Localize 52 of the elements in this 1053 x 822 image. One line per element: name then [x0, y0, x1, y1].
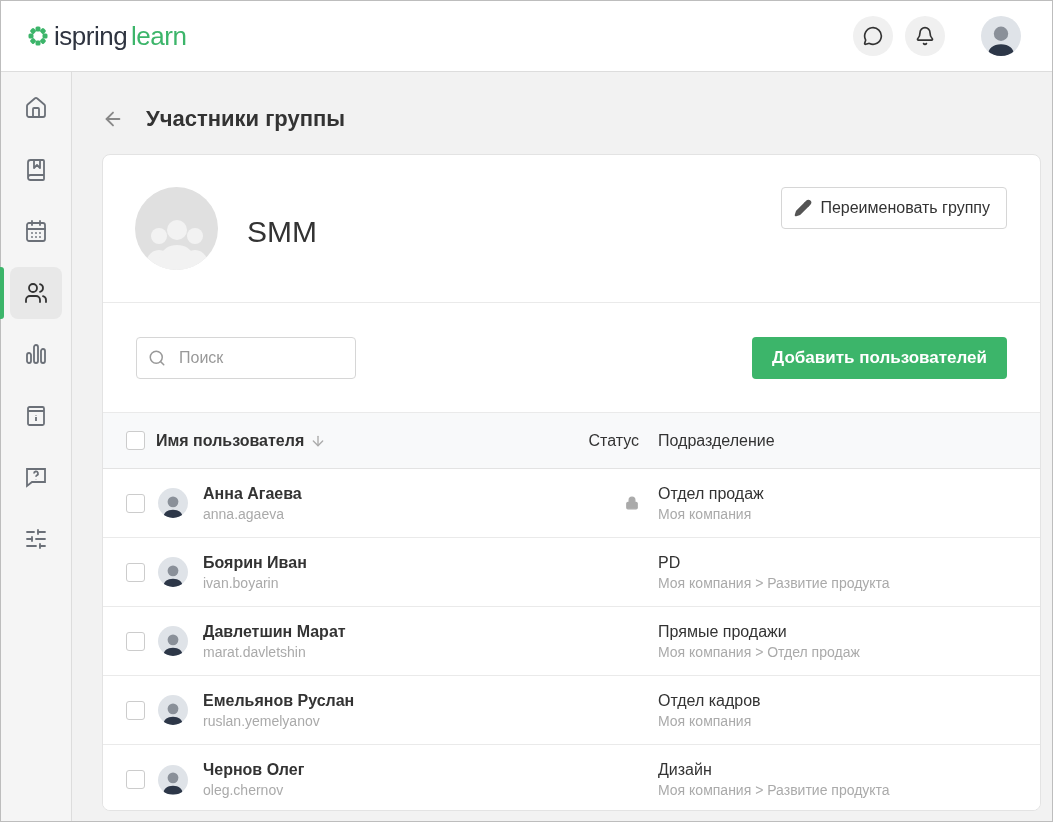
column-header[interactable]: Имя пользователя: [156, 431, 305, 450]
page-title: Участники группы: [146, 106, 346, 132]
chat-button[interactable]: [853, 16, 893, 56]
department-name: PD: [658, 553, 682, 572]
department-path: Моя компания: [658, 505, 753, 522]
user-avatar[interactable]: [981, 16, 1021, 56]
department-name: Отдел продаж: [658, 484, 765, 503]
user-login: anna.agaeva: [203, 505, 285, 522]
row-checkbox[interactable]: [126, 493, 145, 513]
pencil-icon: [794, 199, 813, 217]
sliders-icon: [24, 526, 48, 551]
department-path: Моя компания > Развитие продукта: [658, 574, 891, 591]
user-login: ivan.boyarin: [203, 574, 280, 591]
rename-group-button[interactable]: Переименовать группу: [781, 187, 1007, 229]
users-icon: [24, 280, 48, 305]
row-checkbox[interactable]: [126, 770, 145, 789]
search-icon: [148, 348, 166, 367]
select-all-checkbox[interactable]: [126, 431, 145, 450]
home-icon: [24, 96, 48, 120]
user-name: Чернов Олег: [203, 761, 305, 779]
department-path: Моя компания > Отдел продаж: [658, 643, 861, 660]
column-header: Статус: [588, 431, 640, 450]
row-checkbox[interactable]: [126, 631, 145, 651]
department-name: Прямые продажи: [658, 622, 788, 641]
row-checkbox[interactable]: [126, 562, 145, 582]
logo-product: learn: [131, 20, 187, 52]
logo-sparkle-icon: [27, 25, 49, 47]
department-name: Дизайн: [658, 761, 713, 779]
department-path: Моя компания: [658, 712, 753, 729]
group-name: SMM: [247, 215, 317, 249]
user-name: Боярин Иван: [203, 553, 307, 572]
column-header: Подразделение: [658, 431, 776, 450]
user-name: Анна Агаева: [203, 484, 302, 503]
logo-brand: ispring: [54, 20, 128, 52]
notifications-button[interactable]: [905, 16, 945, 56]
department-name: Отдел кадров: [658, 691, 762, 710]
bell-icon: [915, 26, 935, 46]
user-login: ruslan.yemelyanov: [203, 712, 321, 729]
user-login: marat.davletshin: [203, 643, 307, 660]
user-name: Давлетшин Марат: [203, 622, 346, 641]
user-name: Емельянов Руслан: [203, 691, 355, 710]
chat-icon: [863, 26, 883, 46]
user-login: oleg.chernov: [203, 782, 285, 798]
search-field[interactable]: Поиск: [136, 336, 356, 379]
question-bubble-icon: [24, 465, 48, 489]
bar-chart-icon: [24, 342, 48, 366]
active-indicator: [0, 266, 4, 319]
row-checkbox[interactable]: [126, 700, 145, 720]
calendar-icon: [24, 219, 48, 243]
book-icon: [24, 157, 48, 182]
department-path: Моя компания > Развитие продукта: [658, 782, 891, 798]
info-book-icon: [24, 403, 48, 428]
